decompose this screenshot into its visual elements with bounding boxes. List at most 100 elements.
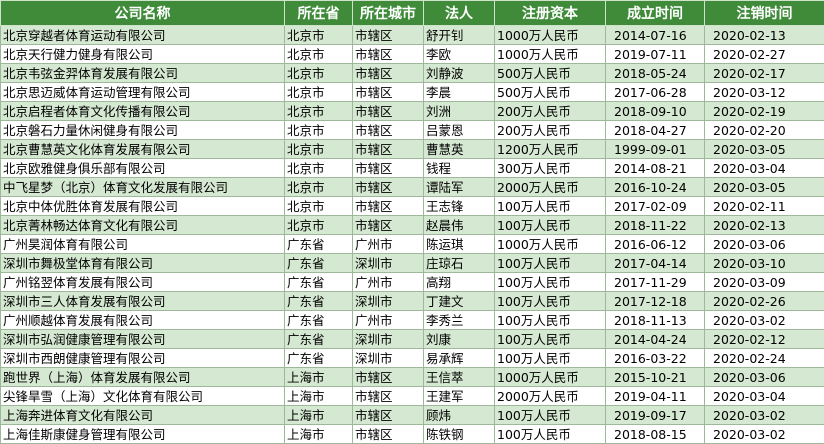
- cell-registered-capital[interactable]: 100万人民币: [495, 349, 606, 368]
- cell-province[interactable]: 广东省: [285, 330, 353, 349]
- cell-registered-capital[interactable]: 300万人民币: [495, 159, 606, 178]
- cell-city[interactable]: 深圳市: [353, 349, 424, 368]
- cell-company-name[interactable]: 北京穿越者体育运动有限公司: [1, 26, 285, 45]
- cell-established-date[interactable]: 2014-07-16: [606, 26, 705, 45]
- cell-established-date[interactable]: 1999-09-01: [606, 140, 705, 159]
- cell-established-date[interactable]: 2017-06-28: [606, 83, 705, 102]
- cell-established-date[interactable]: 2018-11-22: [606, 216, 705, 235]
- cell-registered-capital[interactable]: 500万人民币: [495, 64, 606, 83]
- cell-legal-person[interactable]: 丁建文: [424, 292, 495, 311]
- cell-company-name[interactable]: 上海佳斯康健身管理有限公司: [1, 425, 285, 444]
- cell-city[interactable]: 深圳市: [353, 330, 424, 349]
- cell-city[interactable]: 市辖区: [353, 216, 424, 235]
- cell-city[interactable]: 市辖区: [353, 159, 424, 178]
- cell-cancelled-date[interactable]: 2020-03-02: [705, 425, 824, 444]
- column-header[interactable]: 所在城市: [353, 1, 424, 26]
- cell-city[interactable]: 市辖区: [353, 140, 424, 159]
- cell-legal-person[interactable]: 顾炜: [424, 406, 495, 425]
- cell-registered-capital[interactable]: 100万人民币: [495, 216, 606, 235]
- cell-company-name[interactable]: 跑世界（上海）体育发展有限公司: [1, 368, 285, 387]
- cell-legal-person[interactable]: 李晨: [424, 83, 495, 102]
- cell-company-name[interactable]: 北京思迈威体育运动管理有限公司: [1, 83, 285, 102]
- cell-registered-capital[interactable]: 100万人民币: [495, 254, 606, 273]
- cell-legal-person[interactable]: 刘康: [424, 330, 495, 349]
- cell-legal-person[interactable]: 陈运琪: [424, 235, 495, 254]
- cell-company-name[interactable]: 北京磐石力量休闲健身有限公司: [1, 121, 285, 140]
- cell-company-name[interactable]: 北京欧雅健身俱乐部有限公司: [1, 159, 285, 178]
- cell-cancelled-date[interactable]: 2020-03-02: [705, 311, 824, 330]
- cell-province[interactable]: 北京市: [285, 45, 353, 64]
- column-header[interactable]: 所在省: [285, 1, 353, 26]
- cell-legal-person[interactable]: 谭陆军: [424, 178, 495, 197]
- cell-legal-person[interactable]: 曹慧英: [424, 140, 495, 159]
- cell-province[interactable]: 上海市: [285, 406, 353, 425]
- cell-registered-capital[interactable]: 1000万人民币: [495, 235, 606, 254]
- cell-registered-capital[interactable]: 100万人民币: [495, 330, 606, 349]
- cell-established-date[interactable]: 2019-04-11: [606, 387, 705, 406]
- cell-legal-person[interactable]: 易承辉: [424, 349, 495, 368]
- cell-province[interactable]: 北京市: [285, 102, 353, 121]
- cell-province[interactable]: 广东省: [285, 235, 353, 254]
- cell-city[interactable]: 市辖区: [353, 102, 424, 121]
- cell-company-name[interactable]: 广州铭翌体育发展有限公司: [1, 273, 285, 292]
- cell-cancelled-date[interactable]: 2020-02-11: [705, 197, 824, 216]
- cell-cancelled-date[interactable]: 2020-02-13: [705, 26, 824, 45]
- cell-company-name[interactable]: 上海奔进体育文化有限公司: [1, 406, 285, 425]
- cell-legal-person[interactable]: 高翔: [424, 273, 495, 292]
- cell-established-date[interactable]: 2016-03-22: [606, 349, 705, 368]
- cell-cancelled-date[interactable]: 2020-02-24: [705, 349, 824, 368]
- cell-province[interactable]: 上海市: [285, 368, 353, 387]
- cell-city[interactable]: 深圳市: [353, 292, 424, 311]
- cell-cancelled-date[interactable]: 2020-03-06: [705, 235, 824, 254]
- cell-legal-person[interactable]: 王建军: [424, 387, 495, 406]
- cell-registered-capital[interactable]: 2000万人民币: [495, 387, 606, 406]
- cell-city[interactable]: 广州市: [353, 273, 424, 292]
- cell-company-name[interactable]: 深圳市三人体育发展有限公司: [1, 292, 285, 311]
- cell-legal-person[interactable]: 王信萃: [424, 368, 495, 387]
- cell-registered-capital[interactable]: 100万人民币: [495, 425, 606, 444]
- cell-legal-person[interactable]: 李欧: [424, 45, 495, 64]
- cell-registered-capital[interactable]: 200万人民币: [495, 102, 606, 121]
- cell-registered-capital[interactable]: 100万人民币: [495, 406, 606, 425]
- cell-established-date[interactable]: 2017-11-29: [606, 273, 705, 292]
- cell-established-date[interactable]: 2016-10-24: [606, 178, 705, 197]
- cell-legal-person[interactable]: 吕蒙恩: [424, 121, 495, 140]
- cell-registered-capital[interactable]: 1200万人民币: [495, 140, 606, 159]
- cell-province[interactable]: 北京市: [285, 178, 353, 197]
- cell-company-name[interactable]: 北京菁林畅达体育文化有限公司: [1, 216, 285, 235]
- cell-city[interactable]: 广州市: [353, 311, 424, 330]
- cell-cancelled-date[interactable]: 2020-03-09: [705, 273, 824, 292]
- cell-city[interactable]: 市辖区: [353, 178, 424, 197]
- cell-legal-person[interactable]: 庄琼石: [424, 254, 495, 273]
- cell-established-date[interactable]: 2018-08-15: [606, 425, 705, 444]
- cell-cancelled-date[interactable]: 2020-03-05: [705, 140, 824, 159]
- cell-legal-person[interactable]: 赵晨伟: [424, 216, 495, 235]
- cell-province[interactable]: 北京市: [285, 216, 353, 235]
- cell-company-name[interactable]: 北京韦弦金羿体育发展有限公司: [1, 64, 285, 83]
- cell-company-name[interactable]: 中飞星梦（北京）体育文化发展有限公司: [1, 178, 285, 197]
- cell-company-name[interactable]: 深圳市西朗健康管理有限公司: [1, 349, 285, 368]
- cell-city[interactable]: 市辖区: [353, 197, 424, 216]
- cell-registered-capital[interactable]: 500万人民币: [495, 83, 606, 102]
- cell-registered-capital[interactable]: 1000万人民币: [495, 368, 606, 387]
- cell-company-name[interactable]: 广州昊润体育有限公司: [1, 235, 285, 254]
- cell-cancelled-date[interactable]: 2020-03-12: [705, 83, 824, 102]
- cell-cancelled-date[interactable]: 2020-03-06: [705, 368, 824, 387]
- cell-registered-capital[interactable]: 100万人民币: [495, 273, 606, 292]
- cell-established-date[interactable]: 2018-05-24: [606, 64, 705, 83]
- cell-cancelled-date[interactable]: 2020-03-05: [705, 178, 824, 197]
- cell-established-date[interactable]: 2016-06-12: [606, 235, 705, 254]
- cell-established-date[interactable]: 2017-02-09: [606, 197, 705, 216]
- cell-established-date[interactable]: 2018-04-27: [606, 121, 705, 140]
- cell-cancelled-date[interactable]: 2020-02-12: [705, 330, 824, 349]
- cell-company-name[interactable]: 北京中体优胜体育发展有限公司: [1, 197, 285, 216]
- cell-province[interactable]: 广东省: [285, 273, 353, 292]
- cell-province[interactable]: 上海市: [285, 387, 353, 406]
- cell-province[interactable]: 广东省: [285, 349, 353, 368]
- cell-cancelled-date[interactable]: 2020-02-27: [705, 45, 824, 64]
- cell-city[interactable]: 市辖区: [353, 406, 424, 425]
- cell-province[interactable]: 广东省: [285, 311, 353, 330]
- cell-company-name[interactable]: 深圳市舞极堂体育有限公司: [1, 254, 285, 273]
- cell-registered-capital[interactable]: 1000万人民币: [495, 45, 606, 64]
- cell-city[interactable]: 市辖区: [353, 121, 424, 140]
